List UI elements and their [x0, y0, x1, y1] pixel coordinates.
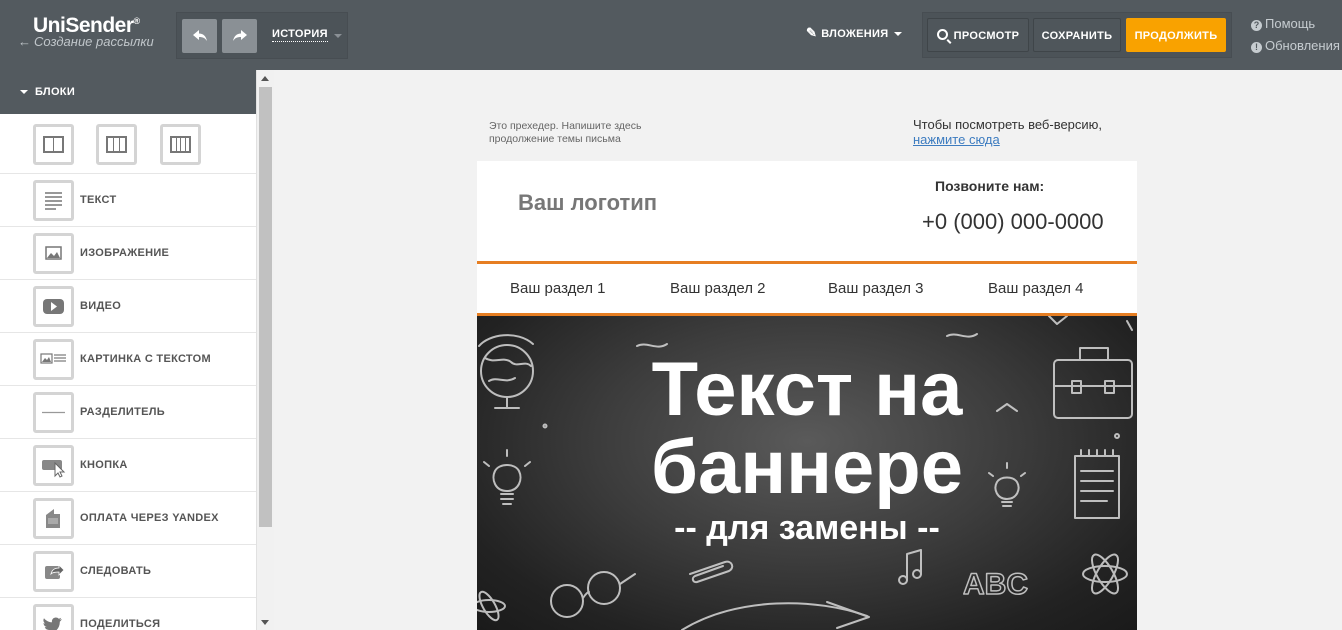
payment-icon [33, 498, 74, 539]
banner-title-line1[interactable]: Текст на [477, 350, 1137, 430]
two-columns-icon [43, 136, 64, 153]
back-to-campaign-link[interactable]: ← Создание рассылки [18, 34, 154, 49]
chevron-down-icon [20, 90, 28, 95]
updates-link[interactable]: ! Обновления [1251, 38, 1340, 53]
twitter-icon [33, 604, 74, 630]
chevron-down-icon [894, 32, 903, 37]
svg-text:ABC: ABC [963, 568, 1028, 601]
help-link[interactable]: ? Помощь [1251, 16, 1315, 31]
block-follow[interactable]: СЛЕДОВАТЬ [0, 545, 256, 598]
scroll-thumb[interactable] [259, 87, 272, 527]
four-column-layout[interactable] [160, 124, 201, 165]
nav-item-2[interactable]: Ваш раздел 2 [670, 280, 765, 297]
logo-placeholder[interactable]: Ваш логотип [518, 190, 657, 216]
redo-button[interactable] [222, 19, 257, 53]
undo-icon [192, 30, 207, 41]
block-label: ПОДЕЛИТЬСЯ [80, 618, 161, 630]
image-text-icon [33, 339, 74, 380]
banner-subtitle[interactable]: -- для замены -- [477, 510, 1137, 546]
column-layouts [0, 114, 256, 174]
block-image[interactable]: ИЗОБРАЖЕНИЕ [0, 227, 256, 280]
block-label: КНОПКА [80, 459, 128, 471]
zoom-icon [936, 29, 948, 40]
action-toolbar: ПРОСМОТР СОХРАНИТЬ ПРОДОЛЖИТЬ [922, 12, 1232, 58]
redo-icon [232, 30, 247, 41]
question-icon: ? [1251, 20, 1262, 31]
block-label: ОПЛАТА ЧЕРЕЗ YANDEX [80, 512, 219, 524]
block-image-text[interactable]: КАРТИНКА С ТЕКСТОМ [0, 333, 256, 386]
button-icon [33, 445, 74, 486]
phone-number[interactable]: +0 (000) 000-0000 [922, 209, 1104, 235]
follow-icon [33, 551, 74, 592]
two-column-layout[interactable] [33, 124, 74, 165]
save-button[interactable]: СОХРАНИТЬ [1033, 18, 1121, 52]
divider-icon [33, 392, 74, 433]
preheader-text[interactable]: Это прехедер. Напишите здесь продолжение… [489, 120, 679, 146]
image-icon [33, 233, 74, 274]
paperclip-icon: ✎ [806, 25, 818, 40]
arrow-left-icon: ← [18, 34, 31, 49]
email-nav-menu[interactable]: Ваш раздел 1 Ваш раздел 2 Ваш раздел 3 В… [477, 261, 1137, 316]
web-version-label: Чтобы посмотреть веб-версию, [913, 117, 1103, 132]
three-column-layout[interactable] [96, 124, 137, 165]
four-columns-icon [170, 136, 191, 153]
block-label: ТЕКСТ [80, 194, 117, 206]
banner-title-line2[interactable]: баннере [477, 428, 1137, 508]
continue-button[interactable]: ПРОДОЛЖИТЬ [1126, 18, 1226, 52]
blocks-sidebar: БЛОКИ ТЕКСТ ИЗОБРАЖЕНИЕ ВИДЕО КАРТИНКА С… [0, 70, 257, 630]
scroll-up-icon[interactable] [261, 76, 269, 81]
block-button[interactable]: КНОПКА [0, 439, 256, 492]
block-yandex-payment[interactable]: ОПЛАТА ЧЕРЕЗ YANDEX [0, 492, 256, 545]
history-dropdown[interactable]: ИСТОРИЯ [272, 28, 328, 42]
block-share[interactable]: ПОДЕЛИТЬСЯ [0, 598, 256, 630]
scroll-down-icon[interactable] [261, 620, 269, 625]
banner-block[interactable]: ABC Текст на баннере -- для замены -- [477, 316, 1137, 630]
block-video[interactable]: ВИДЕО [0, 280, 256, 333]
undo-button[interactable] [182, 19, 217, 53]
blocks-section-header[interactable]: БЛОКИ [0, 70, 256, 114]
history-toolbar: ИСТОРИЯ [176, 12, 348, 59]
nav-item-3[interactable]: Ваш раздел 3 [828, 280, 923, 297]
preview-button[interactable]: ПРОСМОТР [927, 18, 1029, 52]
chevron-down-icon[interactable] [334, 34, 342, 38]
web-version-link[interactable]: нажмите сюда [913, 132, 1102, 147]
info-icon: ! [1251, 42, 1262, 53]
web-version-text[interactable]: Чтобы посмотреть веб-версию, нажмите сюд… [913, 117, 1102, 147]
top-bar: UniSender® ← Создание рассылки ИСТОРИЯ ✎ В… [0, 0, 1342, 70]
sidebar-scrollbar[interactable] [257, 70, 274, 630]
nav-item-1[interactable]: Ваш раздел 1 [510, 280, 605, 297]
attachments-dropdown[interactable]: ✎ ВЛОЖЕНИЯ [806, 25, 903, 41]
email-header-block[interactable]: Ваш логотип Позвоните нам: +0 (000) 000-… [477, 161, 1137, 261]
block-label: СЛЕДОВАТЬ [80, 565, 152, 577]
block-divider[interactable]: РАЗДЕЛИТЕЛЬ [0, 386, 256, 439]
three-columns-icon [106, 136, 127, 153]
block-label: ИЗОБРАЖЕНИЕ [80, 247, 170, 259]
block-label: ВИДЕО [80, 300, 122, 312]
text-icon [33, 180, 74, 221]
video-icon [33, 286, 74, 327]
call-us-label[interactable]: Позвоните нам: [935, 178, 1044, 194]
block-label: РАЗДЕЛИТЕЛЬ [80, 406, 165, 418]
nav-item-4[interactable]: Ваш раздел 4 [988, 280, 1083, 297]
block-text[interactable]: ТЕКСТ [0, 174, 256, 227]
block-label: КАРТИНКА С ТЕКСТОМ [80, 353, 211, 365]
